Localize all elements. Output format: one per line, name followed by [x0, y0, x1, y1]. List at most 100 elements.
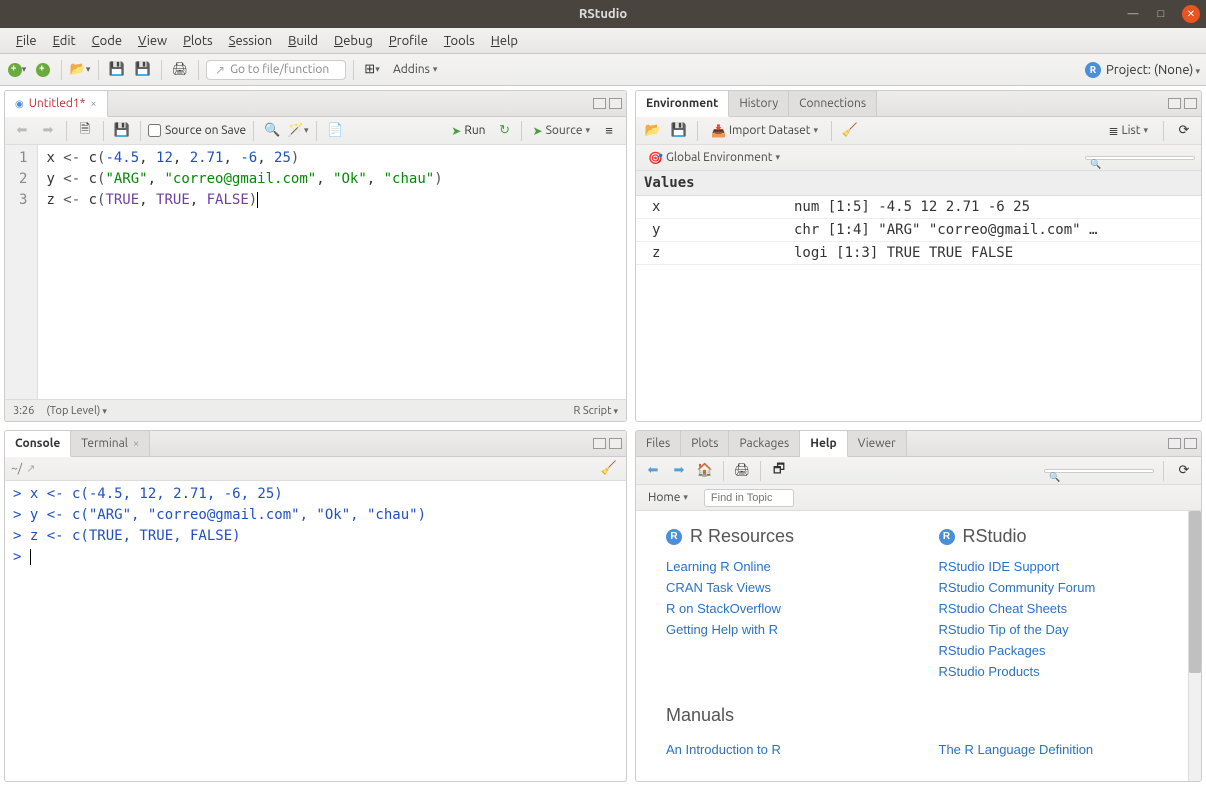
- rerun-button[interactable]: ↻: [494, 120, 516, 142]
- close-terminal-icon[interactable]: ×: [133, 438, 139, 450]
- menu-help[interactable]: Help: [483, 32, 526, 50]
- env-row[interactable]: zlogi [1:3] TRUE TRUE FALSE: [636, 242, 1201, 265]
- save-all-button[interactable]: 💾: [132, 59, 154, 81]
- tab-console[interactable]: Console: [5, 431, 71, 457]
- help-link[interactable]: RStudio IDE Support: [939, 559, 1172, 574]
- tab-packages[interactable]: Packages: [729, 431, 800, 456]
- source-on-save-checkbox[interactable]: Source on Save: [148, 124, 246, 137]
- menu-profile[interactable]: Profile: [381, 32, 436, 50]
- menu-plots[interactable]: Plots: [175, 32, 221, 50]
- help-popout-button[interactable]: 🗗: [768, 460, 790, 482]
- minimize-button[interactable]: —: [1126, 7, 1140, 21]
- maximize-pane-icon[interactable]: [1184, 438, 1197, 449]
- env-search-input[interactable]: [1085, 156, 1195, 160]
- code-tools-button[interactable]: 🪄: [287, 120, 309, 142]
- maximize-button[interactable]: □: [1154, 7, 1168, 21]
- find-button[interactable]: 🔍: [261, 120, 283, 142]
- help-home-dropdown[interactable]: Home: [642, 489, 694, 506]
- new-project-button[interactable]: [32, 59, 54, 81]
- addins-button[interactable]: Addins: [387, 61, 443, 78]
- load-workspace-button[interactable]: 📂: [642, 120, 664, 142]
- console-path-icon[interactable]: ↗: [26, 462, 35, 475]
- minimize-pane-icon[interactable]: [593, 98, 606, 109]
- outline-button[interactable]: ≡: [598, 120, 620, 142]
- help-link[interactable]: RStudio Products: [939, 664, 1172, 679]
- code-editor[interactable]: 123 x <- c(-4.5, 12, 2.71, -6, 25) y <- …: [5, 145, 626, 399]
- help-link[interactable]: Getting Help with R: [666, 622, 899, 637]
- tab-files[interactable]: Files: [636, 431, 681, 456]
- minimize-pane-icon[interactable]: [1168, 98, 1181, 109]
- tab-environment[interactable]: Environment: [636, 91, 729, 117]
- console-output[interactable]: > x <- c(-4.5, 12, 2.71, -6, 25)> y <- c…: [5, 481, 626, 781]
- close-tab-icon[interactable]: ×: [90, 98, 96, 110]
- view-mode-button[interactable]: ≣ List: [1102, 122, 1154, 140]
- run-button[interactable]: ➤Run: [445, 122, 491, 140]
- new-file-button[interactable]: [6, 59, 28, 81]
- refresh-help-button[interactable]: ⟳: [1173, 460, 1195, 482]
- help-link[interactable]: R on StackOverflow: [666, 601, 899, 616]
- tab-terminal[interactable]: Terminal ×: [71, 431, 150, 456]
- tab-viewer[interactable]: Viewer: [848, 431, 907, 456]
- environment-pane: Environment History Connections 📂 💾 📥 Im…: [635, 90, 1202, 422]
- compile-report-button[interactable]: 📄: [324, 120, 346, 142]
- help-home-button[interactable]: 🏠: [694, 460, 716, 482]
- help-link[interactable]: RStudio Cheat Sheets: [939, 601, 1172, 616]
- scope-selector[interactable]: (Top Level): [46, 405, 107, 417]
- minimize-pane-icon[interactable]: [1168, 438, 1181, 449]
- menu-file[interactable]: File: [8, 32, 45, 50]
- tab-help[interactable]: Help: [800, 431, 847, 457]
- goto-file-input[interactable]: ↗Go to file/function: [206, 60, 346, 80]
- help-link[interactable]: CRAN Task Views: [666, 580, 899, 595]
- help-link[interactable]: RStudio Packages: [939, 643, 1172, 658]
- tab-history[interactable]: History: [729, 91, 789, 116]
- env-row[interactable]: xnum [1:5] -4.5 12 2.71 -6 25: [636, 196, 1201, 219]
- help-link[interactable]: Learning R Online: [666, 559, 899, 574]
- minimize-pane-icon[interactable]: [593, 438, 606, 449]
- menu-view[interactable]: View: [130, 32, 175, 50]
- menu-session[interactable]: Session: [221, 32, 280, 50]
- clear-console-button[interactable]: 🧹: [598, 458, 620, 480]
- save-source-button[interactable]: 💾: [111, 120, 133, 142]
- menu-edit[interactable]: Edit: [45, 32, 84, 50]
- maximize-pane-icon[interactable]: [609, 98, 622, 109]
- tab-connections[interactable]: Connections: [789, 91, 877, 116]
- workspace-panes-button[interactable]: ⊞: [361, 59, 383, 81]
- print-button[interactable]: 🖨: [169, 59, 191, 81]
- menu-debug[interactable]: Debug: [326, 32, 381, 50]
- import-dataset-button[interactable]: 📥 Import Dataset: [705, 122, 824, 140]
- env-scope-selector[interactable]: 🎯 Global Environment: [642, 149, 786, 167]
- help-forward-button[interactable]: ➡: [668, 460, 690, 482]
- show-in-new-window-button[interactable]: 🗎: [74, 120, 96, 142]
- save-button[interactable]: 💾: [106, 59, 128, 81]
- forward-button[interactable]: ➡: [37, 120, 59, 142]
- help-back-button[interactable]: ⬅: [642, 460, 664, 482]
- help-link[interactable]: RStudio Tip of the Day: [939, 622, 1172, 637]
- menu-code[interactable]: Code: [84, 32, 130, 50]
- help-link[interactable]: An Introduction to R: [666, 742, 899, 757]
- window-title: RStudio: [579, 7, 627, 21]
- back-button[interactable]: ⬅: [11, 120, 33, 142]
- help-print-button[interactable]: 🖨: [731, 460, 753, 482]
- menu-tools[interactable]: Tools: [436, 32, 483, 50]
- help-link[interactable]: The R Language Definition: [939, 742, 1172, 757]
- open-file-button[interactable]: 📂: [69, 59, 91, 81]
- env-row[interactable]: ychr [1:4] "ARG" "correo@gmail.com" …: [636, 219, 1201, 242]
- source-button[interactable]: ➤Source: [527, 122, 596, 140]
- refresh-env-button[interactable]: ⟳: [1173, 120, 1195, 142]
- env-section-header: Values: [636, 171, 1201, 196]
- help-search-input[interactable]: [1044, 469, 1154, 473]
- tab-plots[interactable]: Plots: [681, 431, 729, 456]
- env-table: xnum [1:5] -4.5 12 2.71 -6 25ychr [1:4] …: [636, 196, 1201, 265]
- project-menu[interactable]: Project: (None): [1106, 63, 1200, 77]
- close-button[interactable]: ✕: [1182, 5, 1200, 23]
- menu-build[interactable]: Build: [280, 32, 326, 50]
- maximize-pane-icon[interactable]: [1184, 98, 1197, 109]
- save-workspace-button[interactable]: 💾: [668, 120, 690, 142]
- source-tab[interactable]: ◉ Untitled1* ×: [5, 91, 108, 117]
- help-scrollbar[interactable]: [1188, 511, 1201, 781]
- file-type-selector[interactable]: R Script: [574, 405, 618, 417]
- clear-workspace-button[interactable]: 🧹: [839, 120, 861, 142]
- find-in-topic-input[interactable]: [704, 489, 794, 507]
- maximize-pane-icon[interactable]: [609, 438, 622, 449]
- help-link[interactable]: RStudio Community Forum: [939, 580, 1172, 595]
